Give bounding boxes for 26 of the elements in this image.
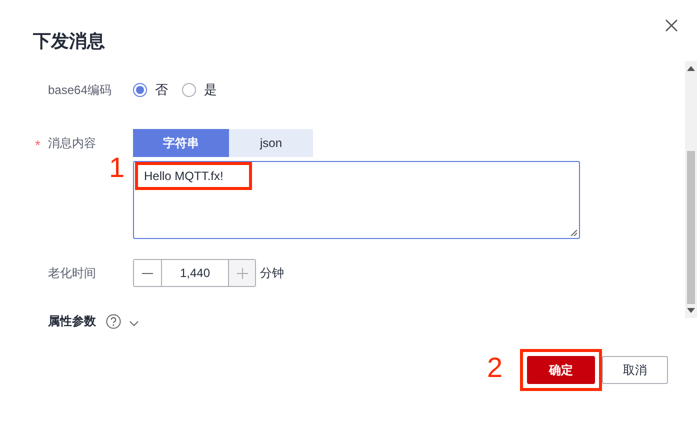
radio-label[interactable]: 否	[155, 81, 168, 99]
annotation-number: 2	[487, 354, 503, 382]
radio-label[interactable]: 是	[204, 81, 217, 99]
format-tab[interactable]: 字符串	[133, 129, 229, 157]
help-icon[interactable]	[106, 314, 121, 329]
scroll-up-arrow-icon[interactable]	[687, 65, 695, 71]
cancel-button[interactable]: 取消	[602, 356, 668, 384]
annotation-number: 1	[109, 154, 125, 182]
unit-label: 分钟	[260, 264, 284, 282]
section-label: 属性参数	[48, 313, 96, 330]
close-icon[interactable]	[665, 19, 678, 32]
field-label: 消息内容	[48, 134, 96, 152]
dialog-title: 下发消息	[33, 30, 105, 53]
format-tab[interactable]: json	[229, 129, 313, 157]
chevron-icon[interactable]	[129, 320, 139, 326]
radio-button[interactable]	[182, 83, 196, 97]
radio-button[interactable]	[133, 83, 147, 97]
field-label: base64编码	[47, 82, 112, 98]
scroll-down-arrow-icon[interactable]	[687, 308, 695, 314]
confirm-button[interactable]: 确定	[527, 356, 595, 384]
field-label: 老化时间	[47, 264, 96, 282]
scrollbar[interactable]	[685, 61, 697, 318]
message-text-area[interactable]: Hello MQTT.fx!	[133, 161, 580, 239]
required-asterisk: *	[35, 136, 42, 152]
plus-icon	[236, 268, 248, 278]
resize-handle-icon[interactable]	[570, 229, 577, 236]
